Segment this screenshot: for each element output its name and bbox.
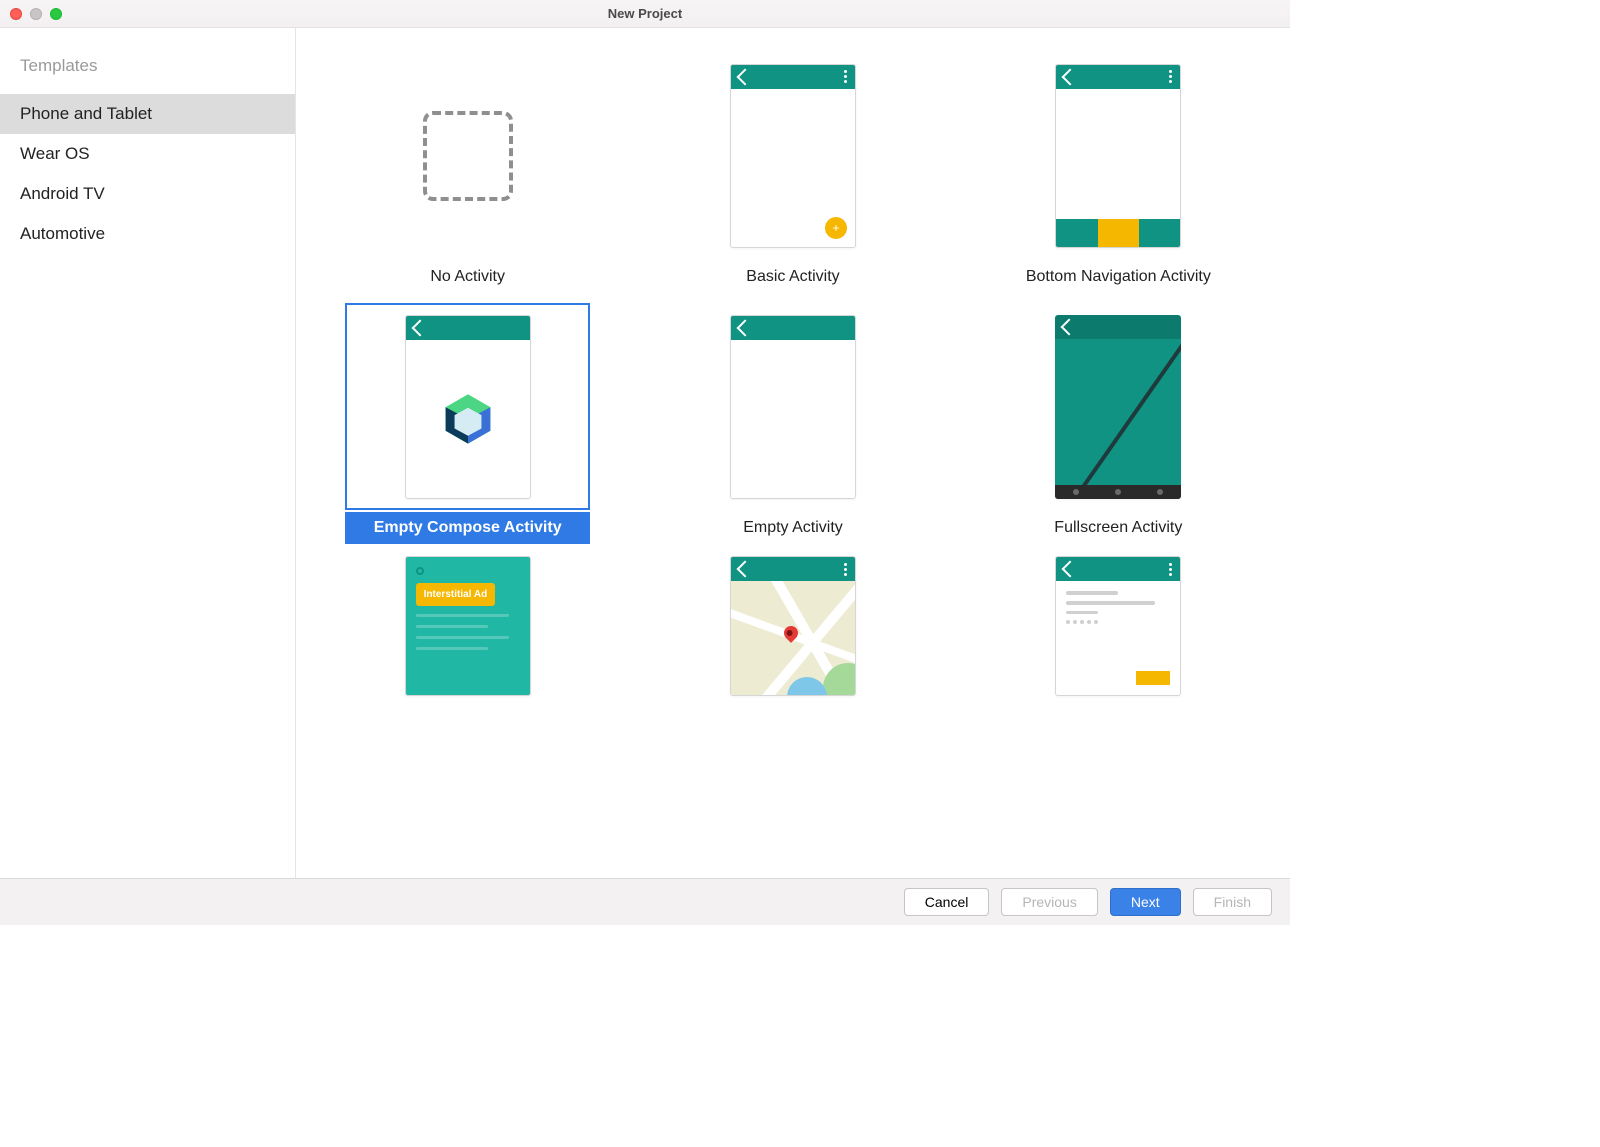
back-arrow-icon	[1061, 318, 1078, 335]
close-window-button[interactable]	[10, 8, 22, 20]
template-google-maps[interactable]	[633, 554, 952, 694]
template-empty-compose-activity[interactable]: Empty Compose Activity	[308, 303, 627, 544]
template-label: Basic Activity	[670, 261, 915, 293]
template-primary-detail[interactable]	[959, 554, 1278, 694]
sidebar: Templates Phone and Tablet Wear OS Andro…	[0, 28, 296, 878]
sidebar-item-wear-os[interactable]: Wear OS	[0, 134, 295, 174]
previous-button: Previous	[1001, 888, 1097, 916]
template-bottom-navigation[interactable]: Bottom Navigation Activity	[959, 52, 1278, 293]
more-icon	[844, 563, 847, 576]
wizard-footer: Cancel Previous Next Finish	[0, 878, 1290, 925]
template-basic-activity[interactable]: + Basic Activity	[633, 52, 952, 293]
fab-icon: +	[825, 217, 847, 239]
phone-preview	[730, 556, 856, 696]
no-activity-icon	[423, 111, 513, 201]
phone-preview	[1055, 64, 1181, 248]
back-arrow-icon	[736, 561, 753, 578]
titlebar: New Project	[0, 0, 1290, 28]
more-icon	[1169, 70, 1172, 83]
phone-preview	[730, 315, 856, 499]
minimize-window-button[interactable]	[30, 8, 42, 20]
sidebar-item-automotive[interactable]: Automotive	[0, 214, 295, 254]
template-label: Bottom Navigation Activity	[996, 261, 1241, 293]
phone-preview	[1055, 556, 1181, 696]
next-button[interactable]: Next	[1110, 888, 1181, 916]
phone-preview: Interstitial Ad	[405, 556, 531, 696]
ad-banner-label: Interstitial Ad	[416, 583, 496, 606]
template-label: Fullscreen Activity	[996, 512, 1241, 544]
maximize-window-button[interactable]	[50, 8, 62, 20]
template-gallery: No Activity + Basic Activity	[296, 28, 1290, 878]
template-label: Empty Compose Activity	[345, 512, 590, 544]
finish-button: Finish	[1193, 888, 1272, 916]
more-icon	[844, 70, 847, 83]
back-arrow-icon	[1062, 561, 1079, 578]
phone-preview	[1055, 315, 1181, 499]
jetpack-compose-icon	[440, 391, 496, 447]
phone-preview	[405, 315, 531, 499]
template-no-activity[interactable]: No Activity	[308, 52, 627, 293]
cancel-button[interactable]: Cancel	[904, 888, 990, 916]
window-title: New Project	[0, 6, 1290, 21]
back-arrow-icon	[736, 68, 753, 85]
back-arrow-icon	[1062, 68, 1079, 85]
sidebar-heading: Templates	[0, 50, 295, 94]
template-empty-activity[interactable]: Empty Activity	[633, 303, 952, 544]
phone-preview: +	[730, 64, 856, 248]
template-fullscreen-activity[interactable]: Fullscreen Activity	[959, 303, 1278, 544]
template-label: Empty Activity	[670, 512, 915, 544]
more-icon	[1169, 563, 1172, 576]
bottom-nav-icon	[1056, 219, 1180, 247]
sidebar-item-phone-tablet[interactable]: Phone and Tablet	[0, 94, 295, 134]
window-controls	[0, 8, 62, 20]
template-admob-ads[interactable]: Interstitial Ad	[308, 554, 627, 694]
back-arrow-icon	[736, 319, 753, 336]
template-label: No Activity	[345, 261, 590, 293]
sidebar-item-android-tv[interactable]: Android TV	[0, 174, 295, 214]
back-arrow-icon	[411, 319, 428, 336]
